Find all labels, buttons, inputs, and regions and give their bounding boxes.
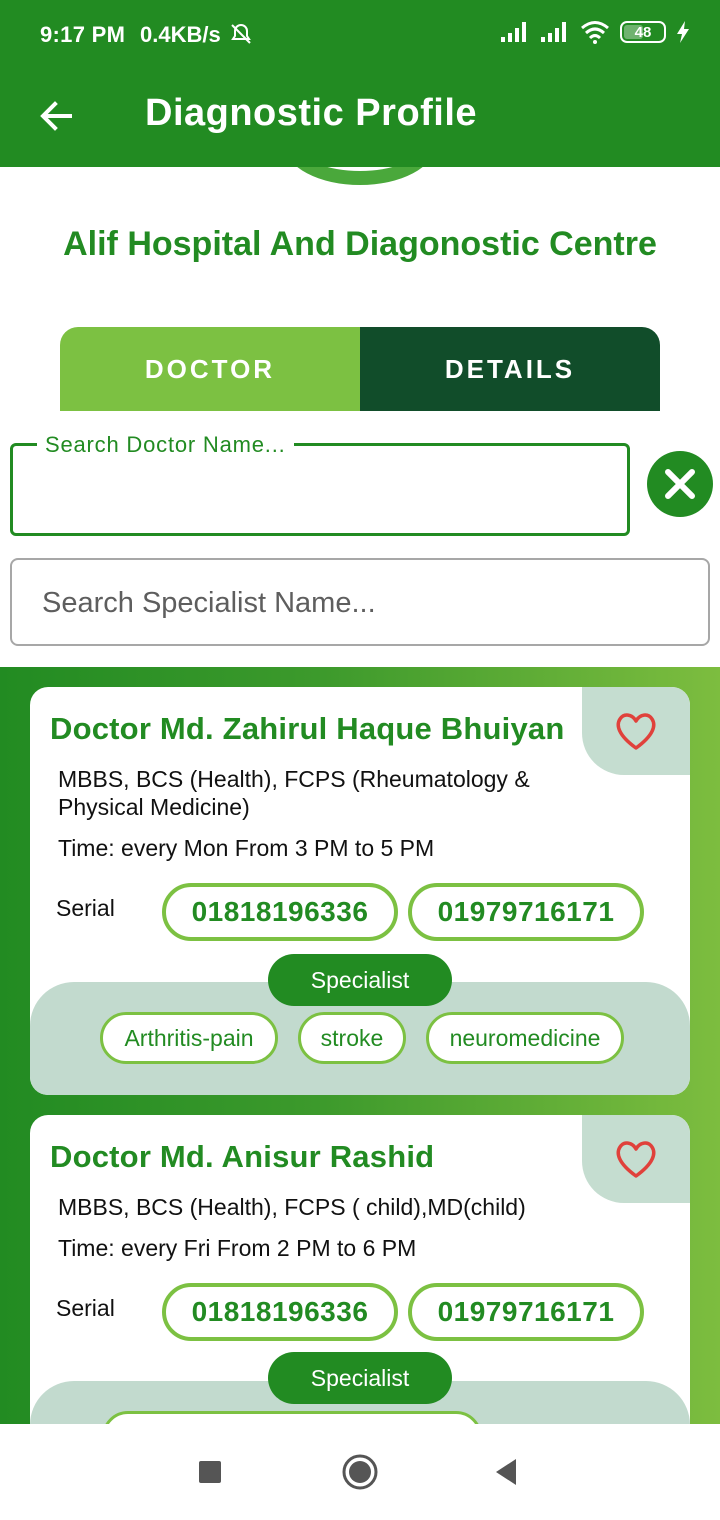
specialty-chip[interactable] [102,1411,482,1424]
search-doctor-input[interactable] [33,468,613,514]
square-icon [199,1461,221,1483]
close-icon [665,469,695,499]
doctor-name: Doctor Md. Anisur Rashid [50,1139,435,1174]
search-doctor-field: Search Doctor Name... [10,432,630,536]
home-button[interactable] [338,1450,382,1494]
doctor-card: Doctor Md. Zahirul Haque Bhuiyan MBBS, B… [30,687,690,1095]
favorite-button[interactable] [582,687,690,775]
heart-icon [616,713,656,750]
status-time: 9:17 PM [40,22,126,47]
network-speed: 0.4KB/s [140,22,253,48]
search-doctor-label: Search Doctor Name... [37,432,294,458]
tab-bar: DOCTOR DETAILS [60,327,660,411]
hospital-logo [285,167,435,185]
phone-button[interactable]: 01979716171 [408,1283,644,1341]
system-nav-bar [0,1424,720,1520]
back-button[interactable] [34,94,78,138]
specialty-chip[interactable]: neuromedicine [426,1012,624,1064]
signal-icon [501,22,526,42]
triangle-back-icon [496,1459,516,1485]
specialty-chip[interactable]: stroke [298,1012,406,1064]
battery-percent: 48 [634,23,652,41]
favorite-button[interactable] [582,1115,690,1203]
doctor-card: Doctor Md. Anisur Rashid MBBS, BCS (Heal… [30,1115,690,1424]
clear-search-button[interactable] [647,451,713,517]
doctor-time: Time: every Fri From 2 PM to 6 PM [58,1235,417,1261]
app-bar: Diagnostic Profile [0,70,720,167]
search-specialist-field [10,558,710,646]
page-title: Diagnostic Profile [145,92,478,134]
wifi-icon [581,21,609,44]
phone-button[interactable]: 01979716171 [408,883,644,941]
battery-icon: 48 [620,21,666,43]
doctor-time: Time: every Mon From 3 PM to 5 PM [58,835,435,861]
specialist-label: Specialist [268,954,452,1006]
serial-label: Serial [56,1295,115,1321]
doctor-degree: MBBS, BCS (Health), FCPS ( child),MD(chi… [58,1194,526,1220]
specialty-chip[interactable]: Arthritis-pain [100,1012,278,1064]
doctor-name: Doctor Md. Zahirul Haque Bhuiyan [50,711,565,746]
circle-icon [342,1454,378,1490]
specialist-label: Specialist [268,1352,452,1404]
content-area: Alif Hospital And Diagonostic Centre DOC… [0,167,720,1424]
status-icons: 48 [500,20,690,44]
search-specialist-input[interactable] [42,578,682,628]
heart-icon [616,1141,656,1178]
mute-alarm-icon [230,23,251,44]
phone-button[interactable]: 01818196336 [162,883,398,941]
status-bar: 9:17 PM 0.4KB/s 48 [0,0,720,70]
doctor-degree: MBBS, BCS (Health), FCPS (Rheumatology &… [58,766,530,820]
back-nav-button[interactable] [484,1450,528,1494]
recents-button[interactable] [188,1450,232,1494]
hospital-name: Alif Hospital And Diagonostic Centre [63,225,657,263]
charging-icon [677,21,689,43]
signal-icon [541,22,566,42]
doctor-list: Doctor Md. Zahirul Haque Bhuiyan MBBS, B… [0,667,720,1424]
phone-button[interactable]: 01818196336 [162,1283,398,1341]
tab-details[interactable]: DETAILS [360,327,660,411]
arrow-left-icon [40,101,72,131]
tab-doctor[interactable]: DOCTOR [60,327,360,411]
serial-label: Serial [56,895,115,921]
